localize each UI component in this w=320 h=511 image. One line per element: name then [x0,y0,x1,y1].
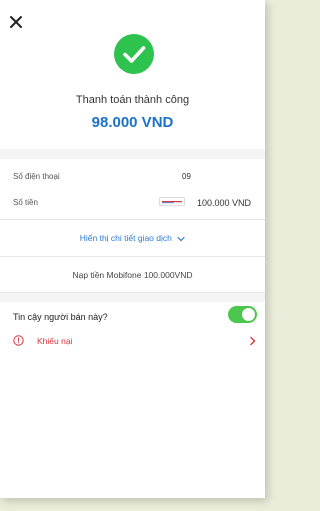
chevron-right-icon [250,336,256,346]
trust-seller-toggle[interactable] [228,306,257,323]
show-transaction-details-link[interactable]: Hiển thị chi tiết giao dịch [0,233,265,243]
complaint-label: Khiếu nại [37,336,73,346]
section-separator [0,149,265,159]
complaint-row[interactable]: Khiếu nại [0,334,265,350]
status-title: Thanh toán thành công [75,94,190,106]
section-separator [0,293,265,302]
trust-seller-label: Tin cậy người bán này? [13,312,108,322]
alert-circle-icon [13,335,24,346]
toggle-knob [242,308,255,321]
divider [0,219,265,220]
check-circle-icon [114,34,154,74]
paid-amount: 98.000 VND [91,114,174,131]
mobifone-logo [159,197,185,206]
chevron-down-icon [177,236,185,242]
payment-success-sheet: Thanh toán thành công 98.000 VND Số điện… [0,0,265,498]
close-icon[interactable] [9,15,23,29]
amount-label: Số tiền [13,198,38,207]
transaction-description: Nạp tiền Mobifone 100.000VND [72,270,193,280]
divider [0,256,265,257]
phone-value: 09 [182,172,191,181]
details-link-label: Hiển thị chi tiết giao dịch [79,233,172,243]
phone-label: Số điện thoại [13,172,60,181]
amount-value: 100.000 VND [196,198,251,208]
